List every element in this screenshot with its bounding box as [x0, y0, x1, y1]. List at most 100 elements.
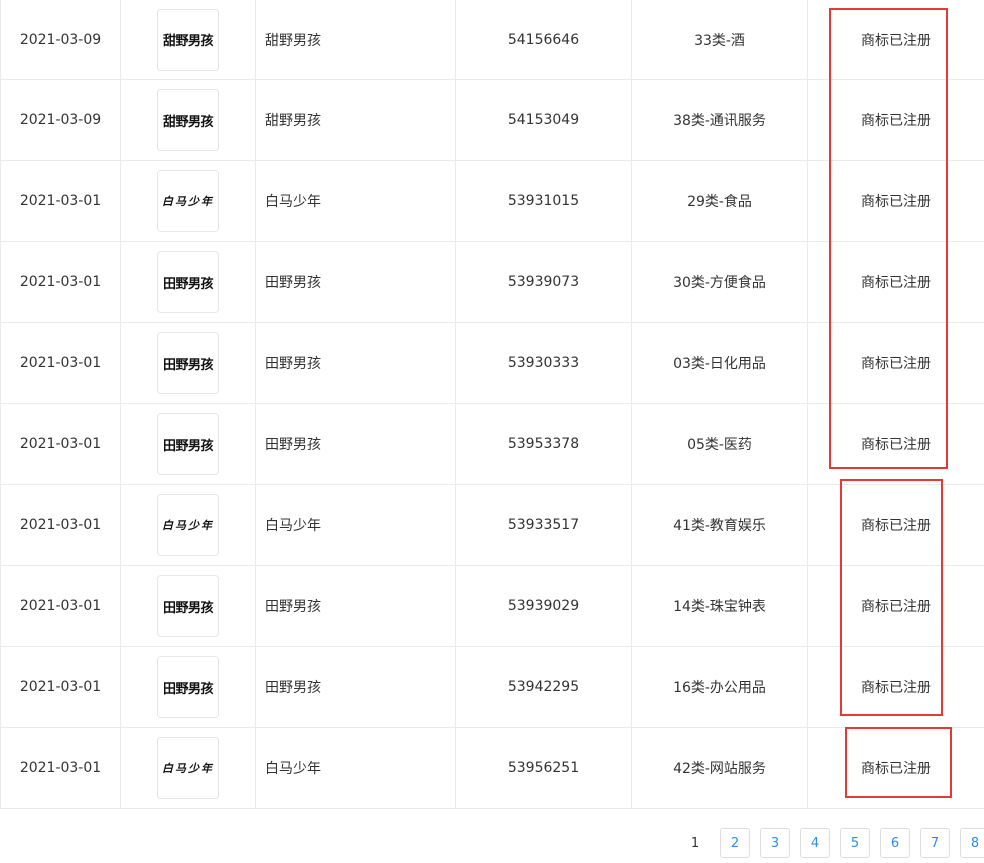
table-row[interactable]: 2021-03-01 田野男孩 田野男孩 53942295 16类-办公用品 商标已注册	[1, 647, 984, 728]
name-cell: 田野男孩	[256, 404, 456, 484]
logo-cell: 田野男孩	[121, 647, 256, 727]
date-cell: 2021-03-01	[1, 728, 121, 808]
trademark-logo-text: 田野男孩	[162, 600, 214, 616]
class-cell: 42类-网站服务	[632, 728, 808, 808]
date-cell-text: 2021-03-09	[19, 31, 102, 48]
table-row[interactable]: 2021-03-09 甜野男孩 甜野男孩 54153049 38类-通讯服务 商标已注册	[1, 80, 984, 161]
logo-cell: 田野男孩	[121, 566, 256, 646]
trademark-logo-image: 田野男孩	[157, 332, 219, 394]
registration-number-cell-text: 53939029	[507, 598, 580, 614]
class-cell-text: 14类-珠宝钟表	[673, 599, 766, 615]
trademark-logo-image: 田野男孩	[157, 251, 219, 313]
page-button-4[interactable]: 4	[800, 828, 830, 858]
name-cell-text: 甜野男孩	[265, 113, 321, 129]
registration-number-cell: 54156646	[456, 0, 632, 79]
table-row[interactable]: 2021-03-01 田野男孩 田野男孩 53939073 30类-方便食品 商标已注册	[1, 242, 984, 323]
trademark-logo-text: 白马少年	[162, 762, 214, 775]
trademark-logo-text: 田野男孩	[162, 438, 214, 454]
class-cell: 38类-通讯服务	[632, 80, 808, 160]
trademark-logo-text: 田野男孩	[162, 276, 214, 292]
page-button-7[interactable]: 7	[920, 828, 950, 858]
status-cell-text: 商标已注册	[861, 275, 931, 291]
table-row[interactable]: 2021-03-09 甜野男孩 甜野男孩 54156646 33类-酒 商标已注册	[1, 0, 984, 80]
name-cell: 田野男孩	[256, 323, 456, 403]
logo-cell: 甜野男孩	[121, 0, 256, 79]
trademark-logo-image: 田野男孩	[157, 413, 219, 475]
date-cell: 2021-03-01	[1, 242, 121, 322]
class-cell: 03类-日化用品	[632, 323, 808, 403]
name-cell: 白马少年	[256, 485, 456, 565]
trademark-logo-text: 白马少年	[162, 519, 214, 532]
registration-number-cell: 54153049	[456, 80, 632, 160]
registration-number-cell: 53931015	[456, 161, 632, 241]
logo-cell: 田野男孩	[121, 323, 256, 403]
date-cell-text: 2021-03-01	[19, 679, 102, 695]
trademark-logo-text: 田野男孩	[162, 357, 214, 373]
class-cell-text: 38类-通讯服务	[673, 113, 766, 129]
date-cell-text: 2021-03-01	[19, 760, 102, 776]
registration-number-cell: 53930333	[456, 323, 632, 403]
status-cell-text: 商标已注册	[861, 194, 931, 210]
status-cell: 商标已注册	[808, 161, 984, 241]
page-button-8[interactable]: 8	[960, 828, 984, 858]
date-cell-text: 2021-03-01	[19, 598, 102, 614]
status-cell: 商标已注册	[808, 485, 984, 565]
page-button-1[interactable]: 1	[680, 828, 710, 858]
class-cell-text: 05类-医药	[687, 437, 752, 453]
trademark-logo-image: 田野男孩	[157, 656, 219, 718]
class-cell: 33类-酒	[632, 0, 808, 79]
name-cell: 田野男孩	[256, 566, 456, 646]
date-cell-text: 2021-03-01	[19, 193, 102, 209]
date-cell: 2021-03-01	[1, 404, 121, 484]
name-cell-text: 田野男孩	[265, 680, 321, 696]
table-row[interactable]: 2021-03-01 白马少年 白马少年 53933517 41类-教育娱乐 商标已注册	[1, 485, 984, 566]
name-cell-text: 白马少年	[265, 761, 321, 777]
class-cell: 05类-医药	[632, 404, 808, 484]
page-button-5[interactable]: 5	[840, 828, 870, 858]
date-cell: 2021-03-01	[1, 161, 121, 241]
page-button-3[interactable]: 3	[760, 828, 790, 858]
trademark-logo-image: 甜野男孩	[157, 89, 219, 151]
table-row[interactable]: 2021-03-01 白马少年 白马少年 53956251 42类-网站服务 商标已注册	[1, 728, 984, 809]
registration-number-cell-text: 53939073	[507, 274, 580, 290]
pagination: 12345678	[680, 828, 984, 858]
trademark-logo-image: 白马少年	[157, 494, 219, 556]
page-button-6[interactable]: 6	[880, 828, 910, 858]
class-cell: 16类-办公用品	[632, 647, 808, 727]
registration-number-cell-text: 53956251	[507, 760, 580, 776]
name-cell: 甜野男孩	[256, 0, 456, 79]
name-cell-text: 白马少年	[265, 518, 321, 534]
trademark-logo-text: 甜野男孩	[162, 114, 214, 130]
date-cell-text: 2021-03-01	[19, 355, 102, 371]
table-row[interactable]: 2021-03-01 田野男孩 田野男孩 53939029 14类-珠宝钟表 商标已注册	[1, 566, 984, 647]
class-cell: 41类-教育娱乐	[632, 485, 808, 565]
status-cell: 商标已注册	[808, 80, 984, 160]
class-cell: 14类-珠宝钟表	[632, 566, 808, 646]
table-row[interactable]: 2021-03-01 白马少年 白马少年 53931015 29类-食品 商标已注册	[1, 161, 984, 242]
class-cell-text: 30类-方便食品	[673, 275, 766, 291]
class-cell: 29类-食品	[632, 161, 808, 241]
name-cell-text: 田野男孩	[265, 599, 321, 615]
table-row[interactable]: 2021-03-01 田野男孩 田野男孩 53930333 03类-日化用品 商标已注册	[1, 323, 984, 404]
name-cell: 甜野男孩	[256, 80, 456, 160]
name-cell-text: 田野男孩	[265, 275, 321, 291]
registration-number-cell-text: 53931015	[507, 193, 580, 209]
registration-number-cell: 53933517	[456, 485, 632, 565]
class-cell-text: 41类-教育娱乐	[673, 518, 766, 534]
trademark-logo-text: 田野男孩	[162, 681, 214, 697]
date-cell: 2021-03-01	[1, 647, 121, 727]
registration-number-cell-text: 53933517	[507, 517, 580, 533]
table-row[interactable]: 2021-03-01 田野男孩 田野男孩 53953378 05类-医药 商标已注册	[1, 404, 984, 485]
registration-number-cell-text: 53942295	[507, 679, 580, 695]
name-cell-text: 田野男孩	[265, 356, 321, 372]
date-cell: 2021-03-09	[1, 0, 121, 79]
logo-cell: 白马少年	[121, 728, 256, 808]
status-cell-text: 商标已注册	[861, 761, 931, 777]
date-cell-text: 2021-03-01	[19, 274, 102, 290]
logo-cell: 田野男孩	[121, 404, 256, 484]
status-cell: 商标已注册	[808, 0, 984, 79]
registration-number-cell: 53939029	[456, 566, 632, 646]
name-cell-text: 田野男孩	[265, 437, 321, 453]
page-button-2[interactable]: 2	[720, 828, 750, 858]
trademark-logo-image: 田野男孩	[157, 575, 219, 637]
